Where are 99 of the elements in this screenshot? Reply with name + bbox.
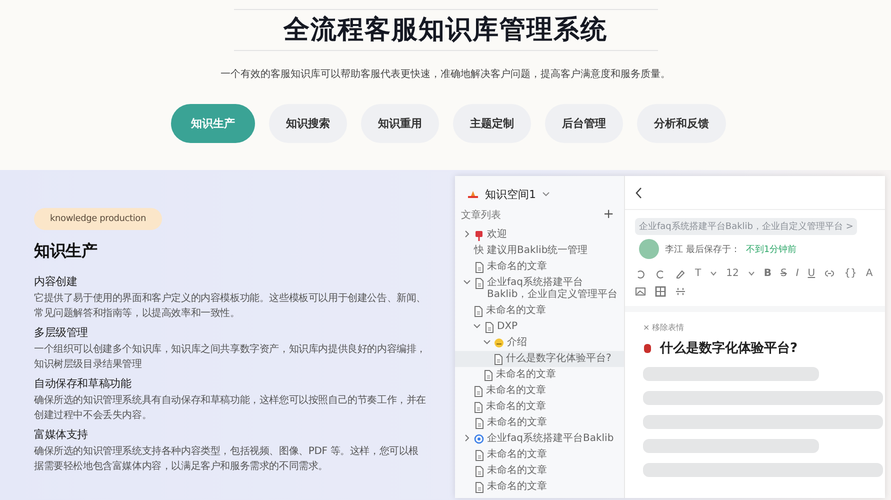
format-button[interactable]: U (808, 268, 816, 279)
tree-item[interactable]: 未命名的文章 (455, 479, 624, 495)
item-label: 企业faq系统搭建平台Baklib，企业自定义管理平台 (487, 277, 619, 301)
document-icon (474, 418, 484, 429)
format-button[interactable]: 12 (726, 268, 739, 279)
tree-item[interactable]: 企业faq系统搭建平台Baklib (455, 431, 624, 447)
tree-item[interactable]: 未命名的文章 (455, 415, 624, 431)
smiley-icon (494, 338, 504, 348)
document-icon (473, 306, 483, 317)
format-button[interactable]: {} (844, 268, 857, 279)
document-icon (474, 482, 484, 493)
save-time: 不到1分钟前 (746, 244, 797, 256)
feature-heading: 多层级管理 (34, 325, 90, 340)
feature-description: 它提供了易于使用的界面和客户定义的内容模板功能。这些模板可以用于创建公告、新闻、常见问题解答和指南等，以提高效率和一致性。 (34, 292, 426, 321)
tab[interactable]: 知识重用 (361, 104, 439, 143)
format-button[interactable]: T (695, 268, 702, 279)
document-icon (474, 450, 484, 461)
document-icon (484, 322, 494, 333)
item-label: 未命名的文章 (486, 401, 546, 413)
document-title: 什么是数字化体验平台? (660, 340, 798, 357)
item-label: 未命名的文章 (487, 449, 547, 461)
document-icon (493, 354, 503, 365)
tree-item[interactable]: 未命名的文章 (455, 447, 624, 463)
remove-emoji-link[interactable]: × 移除表情 (643, 323, 684, 332)
chevron-icon[interactable] (463, 230, 471, 238)
tab[interactable]: 主题定制 (453, 104, 531, 143)
item-label: 欢迎 (487, 229, 507, 241)
feature-heading: 富媒体支持 (34, 427, 90, 442)
tree-item[interactable]: DXP (455, 319, 624, 335)
format-button[interactable]: B (764, 268, 772, 279)
tree-item[interactable]: 未命名的文章 (455, 383, 624, 399)
chevron-icon[interactable] (542, 190, 550, 198)
item-label: 未命名的文章 (487, 465, 547, 477)
document-icon (473, 402, 483, 413)
feature-description: 确保所选的知识管理系统具有自动保存和草稿功能，这样您可以按照自己的节奏工作，并在创建过程中不会丢失内容。 (34, 394, 426, 423)
tree-item[interactable]: 快 建议用Baklib统一管理 (455, 243, 624, 259)
dropdown-icon[interactable] (748, 270, 755, 277)
item-label: 未命名的文章 (487, 417, 547, 429)
tab[interactable]: 后台管理 (545, 104, 623, 143)
tree-item[interactable]: 未命名的文章 (455, 367, 624, 383)
tree-item[interactable]: 未命名的文章 (455, 399, 624, 415)
link-icon[interactable] (824, 268, 836, 279)
space-name[interactable]: 知识空间1 (485, 186, 536, 202)
item-label: 未命名的文章 (487, 481, 547, 493)
feature-heading: 自动保存和草稿功能 (34, 376, 132, 391)
author-label: 李江 最后保存于： (665, 244, 740, 256)
format-button[interactable]: A (866, 268, 873, 279)
tree-item[interactable]: 未命名的文章 (455, 463, 624, 479)
table-icon[interactable] (655, 286, 666, 297)
document-icon (474, 466, 484, 477)
document-icon (474, 262, 484, 273)
item-label: 未命名的文章 (487, 261, 547, 273)
item-label: 未命名的文章 (496, 369, 556, 381)
image-icon[interactable] (635, 286, 646, 297)
tab[interactable]: 知识搜索 (269, 104, 347, 143)
chevron-icon[interactable] (483, 338, 491, 346)
feature-description: 确保所选的知识管理系统支持各种内容类型，包括视频、图像、PDF 等。这样，您可以根据需要轻松地包含富媒体内容，以满足客户和服务需求的不同需求。 (34, 444, 420, 474)
divider-icon[interactable] (675, 286, 686, 297)
dropdown-icon[interactable] (710, 270, 718, 277)
tag-label: knowledge production (34, 208, 162, 230)
icon-text: 快 (474, 245, 484, 257)
format-button[interactable]: S (780, 268, 787, 279)
list-title: 文章列表 (461, 208, 501, 222)
tree-item[interactable]: 介绍 (455, 335, 624, 351)
tree-item[interactable]: 未命名的文章 (455, 303, 624, 319)
undo-icon[interactable] (635, 268, 646, 279)
page-title: 全流程客服知识库管理系统 (234, 9, 658, 51)
tree-item[interactable]: 企业faq系统搭建平台Baklib，企业自定义管理平台 (455, 275, 624, 303)
add-button[interactable]: + (603, 207, 614, 222)
document-icon (473, 386, 483, 397)
item-label: 介绍 (507, 337, 527, 349)
section-title: 知识生产 (34, 241, 98, 262)
breadcrumb[interactable]: 企业faq系统搭建平台Baklib，企业自定义管理平台 > (635, 218, 858, 235)
tab[interactable]: 分析和反馈 (637, 104, 726, 143)
item-label: 未命名的文章 (486, 385, 546, 397)
item-label: 建议用Baklib统一管理 (487, 245, 588, 257)
chevron-icon[interactable] (473, 322, 481, 330)
flame-icon (467, 189, 479, 199)
item-label: 企业faq系统搭建平台Baklib (487, 433, 614, 445)
tree-item[interactable]: 未命名的文章 (455, 259, 624, 275)
item-label: 未命名的文章 (486, 305, 546, 317)
feature-description: 一个组织可以创建多个知识库，知识库之间共享数字资产，知识库内提供良好的内容编排，知识树层级目录结果管理 (34, 342, 426, 372)
feature-heading: 内容创建 (34, 274, 78, 289)
format-button[interactable]: I (796, 268, 799, 279)
back-icon[interactable] (635, 186, 643, 198)
eraser-icon[interactable] (675, 268, 686, 279)
item-label: 什么是数字化体验平台? (506, 353, 612, 365)
tab[interactable]: 知识生产 (171, 104, 255, 143)
redo-icon[interactable] (655, 268, 666, 279)
chevron-icon[interactable] (463, 434, 471, 442)
avatar (639, 239, 659, 259)
document-icon (483, 370, 493, 381)
chevron-icon[interactable] (463, 278, 471, 286)
tree-item[interactable]: 什么是数字化体验平台? (455, 351, 624, 367)
document-icon (474, 278, 484, 289)
tree-item[interactable]: 欢迎 (455, 227, 624, 243)
page-subtitle: 一个有效的客服知识库可以帮助客服代表更快速，准确地解决客户问题，提高客户满意度和服务质量。 (220, 68, 670, 81)
item-label: DXP (497, 321, 518, 333)
pin-icon (474, 230, 484, 241)
